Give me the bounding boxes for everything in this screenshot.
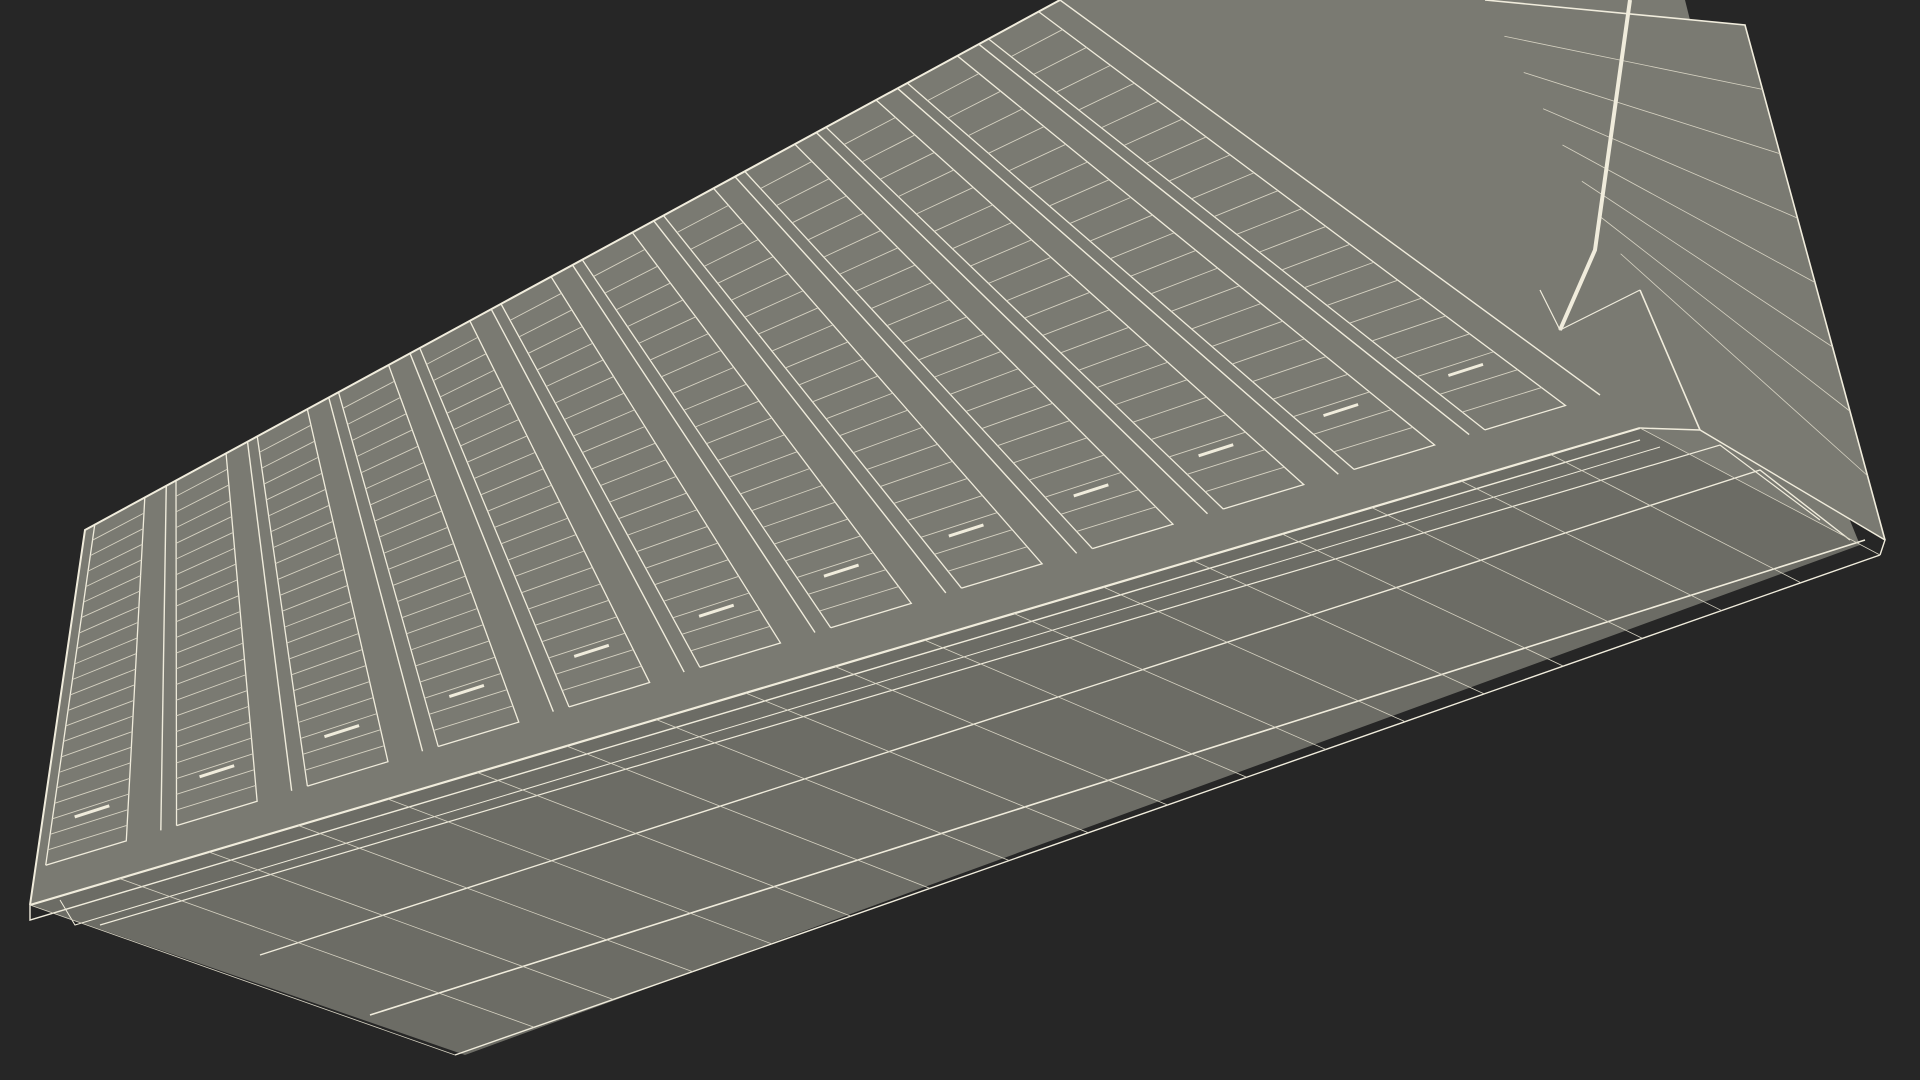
render-viewport: [0, 0, 1920, 1080]
wireframe-render: [0, 0, 1920, 1080]
